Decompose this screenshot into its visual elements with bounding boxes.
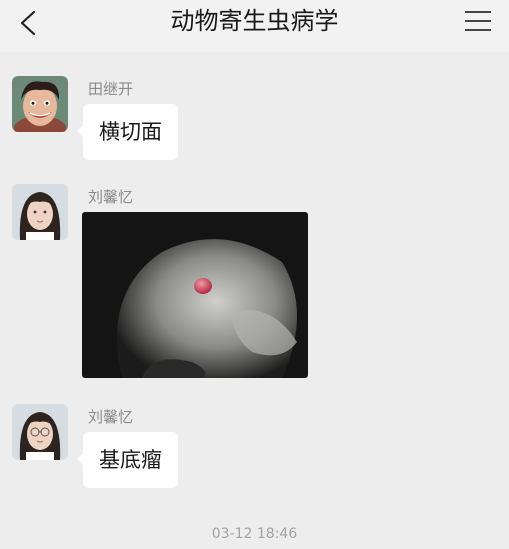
- image-message[interactable]: [82, 212, 308, 378]
- sender-name: 刘馨忆: [88, 408, 134, 426]
- chat-header: 动物寄生虫病学: [0, 0, 509, 52]
- avatar[interactable]: [12, 184, 68, 240]
- sender-name: 刘馨忆: [88, 188, 134, 206]
- chat-title: 动物寄生虫病学: [170, 7, 339, 35]
- message-bubble[interactable]: 横切面: [77, 104, 178, 160]
- avatar[interactable]: [12, 76, 68, 132]
- avatar[interactable]: [12, 404, 68, 460]
- hamburger-menu-icon[interactable]: [463, 8, 493, 34]
- message-bubble[interactable]: 基底瘤: [77, 432, 178, 488]
- sender-name: 田继开: [88, 80, 134, 98]
- chevron-left-icon[interactable]: [14, 6, 44, 40]
- message-timestamp: 03-12 18:46: [211, 526, 298, 542]
